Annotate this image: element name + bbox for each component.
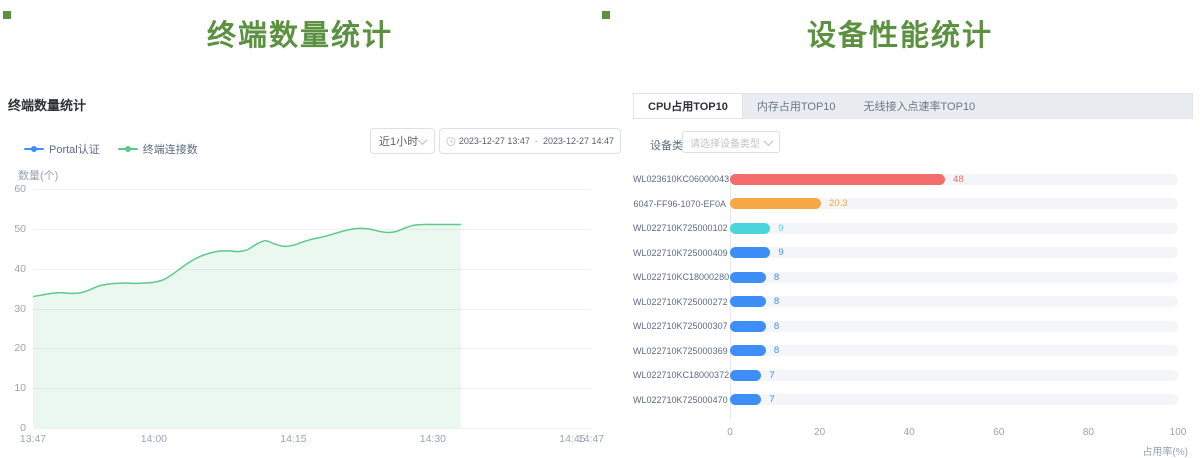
- bar-category-label: WL022710K725000470: [633, 395, 726, 405]
- bar: [730, 345, 766, 356]
- bar-category-label: WL022710K725000102: [633, 223, 726, 233]
- bar-track: [730, 321, 1178, 332]
- bar: [730, 198, 821, 209]
- bar-category-label: WL022710KC18000372: [633, 370, 726, 380]
- bar-track: [730, 394, 1178, 405]
- bar-track: [730, 272, 1178, 283]
- bar-value-label: 48: [953, 174, 964, 185]
- bar: [730, 394, 761, 405]
- chevron-down-icon: [418, 135, 428, 145]
- bar: [730, 174, 945, 185]
- bar-category-label: WL022710K725000369: [633, 346, 726, 356]
- bar-value-label: 8: [774, 272, 779, 283]
- bar: [730, 370, 761, 381]
- bar-track: [730, 345, 1178, 356]
- performance-tab-bar: CPU占用TOP10内存占用TOP10无线接入点速率TOP10: [633, 93, 1193, 119]
- legend-dot: [125, 146, 131, 152]
- left-section-title: 终端数量统计: [0, 12, 600, 54]
- bar: [730, 272, 766, 283]
- device-type-select[interactable]: 请选择设备类型: [682, 131, 780, 153]
- tab-2[interactable]: 无线接入点速率TOP10: [850, 94, 990, 118]
- legend-marker-icon: [24, 145, 44, 153]
- bar-value-label: 8: [774, 321, 779, 332]
- terminal-series-area: [33, 224, 461, 428]
- bar-track: [730, 247, 1178, 258]
- date-range-separator: -: [533, 136, 540, 146]
- legend-item[interactable]: 终端连接数: [118, 141, 198, 157]
- bar-value-label: 9: [778, 247, 783, 258]
- legend-marker-icon: [118, 145, 138, 153]
- terminal-count-chart: 数量(个) 010203040506013:4714:0014:1514:301…: [0, 160, 620, 456]
- bar-category-label: WL023610KC06000043: [633, 174, 726, 184]
- cpu-top10-bar-chart: 占用率(%) WL023610KC06000043486047-FF96-107…: [633, 165, 1193, 456]
- left-card-title: 终端数量统计: [8, 95, 86, 114]
- bar-value-label: 8: [774, 296, 779, 307]
- tab-0[interactable]: CPU占用TOP10: [634, 94, 743, 118]
- bar-category-label: WL022710K725000272: [633, 297, 726, 307]
- tab-1[interactable]: 内存占用TOP10: [743, 94, 850, 118]
- bar: [730, 296, 766, 307]
- bar: [730, 247, 770, 258]
- legend-dot: [31, 146, 37, 152]
- x-tick-label: 20: [802, 427, 838, 438]
- legend-item[interactable]: Portal认证: [24, 141, 100, 157]
- device-type-placeholder: 请选择设备类型: [690, 135, 760, 150]
- date-range-start: 2023-12-27 13:47: [459, 136, 530, 146]
- legend-label: Portal认证: [49, 141, 100, 157]
- bar-category-label: WL022710K725000307: [633, 321, 726, 331]
- bar-track: [730, 296, 1178, 307]
- bar-track: [730, 370, 1178, 381]
- bar-category-label: WL022710K725000409: [633, 248, 726, 258]
- legend-label: 终端连接数: [143, 141, 198, 157]
- chart-legend: Portal认证 终端连接数: [24, 141, 198, 157]
- bar-value-label: 20.3: [829, 198, 848, 209]
- clock-icon: [446, 136, 456, 147]
- bar-value-label: 9: [778, 223, 783, 234]
- bar-value-label: 7: [769, 370, 774, 381]
- time-range-value: 近1小时: [379, 133, 418, 149]
- x-tick-label: 80: [1070, 427, 1106, 438]
- bar-category-label: WL022710KC18000280: [633, 272, 726, 282]
- x-tick-label: 40: [891, 427, 927, 438]
- time-range-select[interactable]: 近1小时: [370, 128, 435, 154]
- x-tick-label: 60: [981, 427, 1017, 438]
- area-series-svg: [0, 160, 620, 456]
- bar-value-label: 7: [769, 394, 774, 405]
- bar-category-label: 6047-FF96-1070-EF0A: [633, 199, 726, 209]
- bar: [730, 223, 770, 234]
- bar-track: [730, 223, 1178, 234]
- right-section-title: 设备性能统计: [600, 12, 1200, 54]
- bar-value-label: 8: [774, 345, 779, 356]
- bar: [730, 321, 766, 332]
- x-tick-label: 100: [1160, 427, 1196, 438]
- date-range-end: 2023-12-27 14:47: [543, 136, 614, 146]
- x-tick-label: 0: [712, 427, 748, 438]
- date-range-picker[interactable]: 2023-12-27 13:47 - 2023-12-27 14:47: [439, 128, 621, 154]
- chevron-down-icon: [764, 136, 774, 146]
